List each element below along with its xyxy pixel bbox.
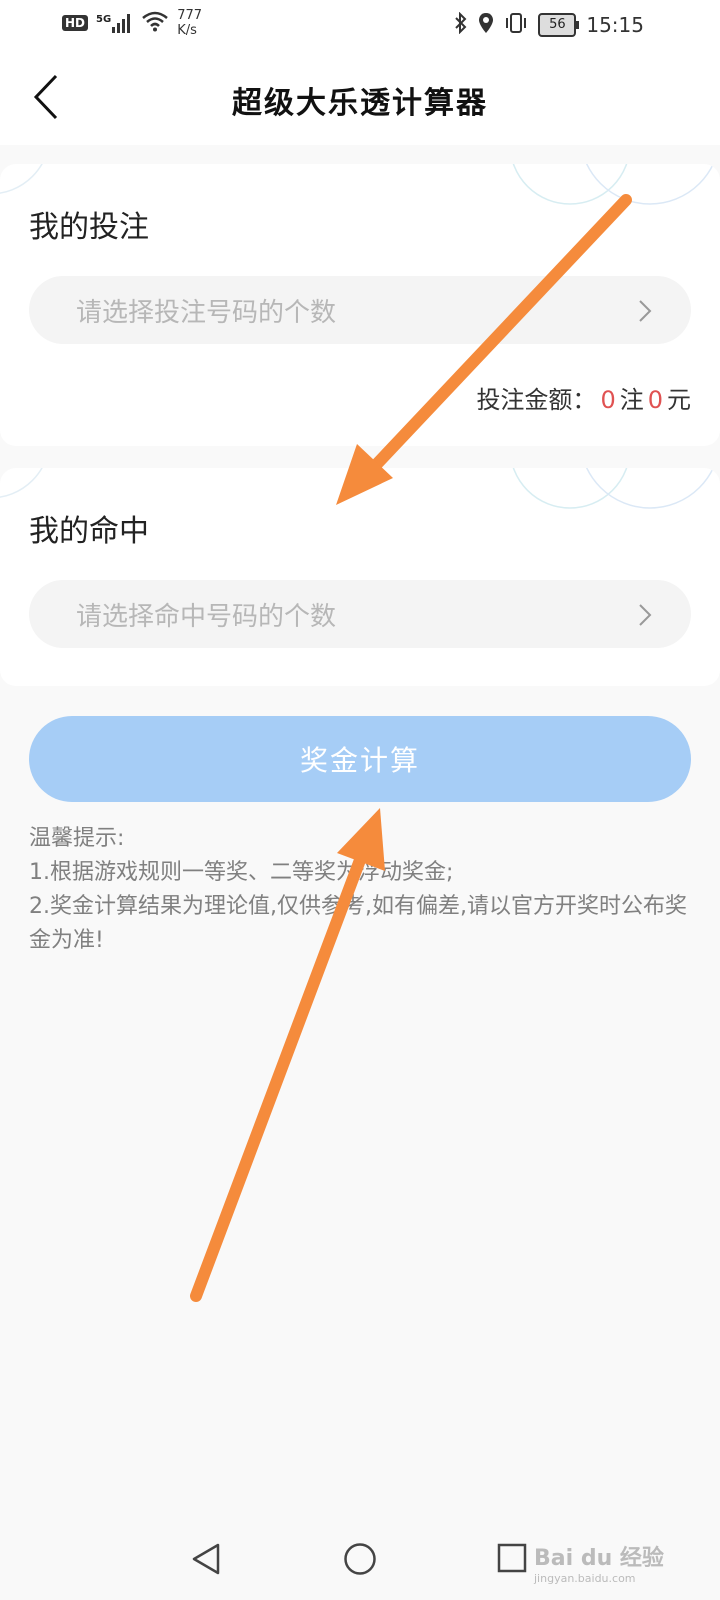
clock: 15:15 <box>586 13 644 37</box>
hit-card: 我的命中 请选择命中号码的个数 <box>0 468 720 686</box>
watermark-brand: Bai du 经验 <box>534 1546 664 1571</box>
watermark-url: jingyan.baidu.com <box>534 1572 636 1585</box>
bet-count-value: 0 <box>600 386 616 414</box>
hit-count-select[interactable]: 请选择命中号码的个数 <box>29 580 691 648</box>
battery-indicator: 56 <box>538 13 580 37</box>
tips-section: 温馨提示: 1.根据游戏规则一等奖、二等奖为浮动奖金; 2.奖金计算结果为理论值… <box>29 822 699 958</box>
nav-back-icon[interactable] <box>190 1542 222 1576</box>
chevron-right-icon <box>639 300 652 322</box>
hit-select-placeholder: 请选择命中号码的个数 <box>76 602 337 632</box>
amount-label: 投注金额： <box>476 386 597 414</box>
bet-card-title: 我的投注 <box>29 210 149 245</box>
bet-unit: 注 <box>619 386 644 414</box>
speed-unit: K/s <box>177 23 197 38</box>
amount-value: 0 <box>647 386 663 414</box>
speed-value: 777 <box>177 8 203 23</box>
nav-home-icon[interactable] <box>343 1542 377 1576</box>
bet-card: 我的投注 请选择投注号码的个数 投注金额： 0 注 0 元 <box>0 164 720 446</box>
bet-amount: 投注金额： 0 注 0 元 <box>476 380 691 415</box>
tips-line-2: 2.奖金计算结果为理论值,仅供参考,如有偏差,请以官方开奖时公布奖金为准! <box>29 894 687 953</box>
page-title: 超级大乐透计算器 <box>232 86 488 121</box>
hd-badge: HD <box>62 15 89 31</box>
status-left: HD 5G 777 K/s <box>62 8 202 38</box>
bet-select-placeholder: 请选择投注号码的个数 <box>76 298 337 328</box>
tips-line-1: 1.根据游戏规则一等奖、二等奖为浮动奖金; <box>29 860 454 885</box>
calculate-prize-button[interactable]: 奖金计算 <box>29 716 691 802</box>
wifi-icon <box>141 10 169 36</box>
card-decoration <box>512 164 715 205</box>
vibrate-icon <box>504 12 528 38</box>
card-decoration <box>0 468 43 498</box>
hit-card-title: 我的命中 <box>29 514 149 549</box>
network-type: 5G <box>96 14 112 25</box>
baidu-watermark: Bai du 经验 jingyan.baidu.com <box>534 1540 684 1598</box>
amount-unit: 元 <box>667 386 691 414</box>
signal-icon: 5G <box>96 13 133 33</box>
bluetooth-icon <box>454 11 468 38</box>
status-right: 56 15:15 <box>454 11 644 38</box>
network-speed: 777 K/s <box>177 8 202 38</box>
location-icon <box>478 12 494 38</box>
nav-recent-apps-icon[interactable] <box>496 1542 528 1574</box>
card-decoration <box>512 468 715 509</box>
card-decoration <box>0 164 43 194</box>
tips-heading: 温馨提示: <box>29 826 125 851</box>
bet-count-select[interactable]: 请选择投注号码的个数 <box>29 276 691 344</box>
chevron-right-icon <box>639 604 652 626</box>
status-bar: HD 5G 777 K/s 56 15:15 <box>0 0 720 50</box>
app-header: 超级大乐透计算器 <box>0 50 720 145</box>
